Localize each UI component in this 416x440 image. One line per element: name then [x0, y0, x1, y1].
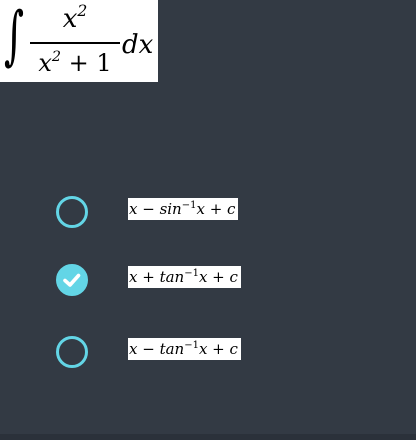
answer-1-text-a: x − sin [129, 200, 182, 218]
answer-label-2: x + tan−1x + c [128, 266, 241, 288]
denominator-rest: + 1 [61, 49, 112, 77]
denominator-base: x [38, 49, 52, 77]
differential: dx [122, 30, 154, 60]
answer-option-1[interactable]: x − sin−1x + c [56, 196, 276, 232]
numerator-exponent: 2 [77, 2, 88, 21]
answer-label-3: x − tan−1x + c [128, 338, 241, 360]
answer-2-text-a: x + tan [129, 268, 185, 286]
answer-3-text-b: x + c [198, 340, 238, 358]
answer-option-2[interactable]: x + tan−1x + c [56, 264, 276, 300]
numerator-base: x [62, 4, 78, 34]
radio-button-2-selected[interactable] [56, 264, 88, 296]
answer-3-text-a: x − tan [129, 340, 185, 358]
answer-1-exponent: −1 [181, 200, 197, 211]
answer-2-text-b: x + c [198, 268, 238, 286]
answer-option-3[interactable]: x − tan−1x + c [56, 336, 276, 372]
answer-2-exponent: −1 [184, 268, 199, 279]
fraction-numerator: x2 [28, 2, 122, 34]
fraction-bar [30, 42, 120, 44]
integral-sign: ∫ [4, 0, 25, 73]
question-expression: ∫ x2 x2 + 1 dx [0, 0, 158, 82]
answer-1-text-b: x + c [196, 200, 236, 218]
answer-3-exponent: −1 [184, 340, 199, 351]
radio-button-3[interactable] [56, 336, 88, 368]
radio-button-1[interactable] [56, 196, 88, 228]
denominator-exponent: 2 [51, 48, 62, 65]
answer-label-1: x − sin−1x + c [128, 198, 239, 220]
bottom-bar [0, 434, 416, 440]
fraction-denominator: x2 + 1 [28, 48, 122, 78]
check-icon [63, 273, 81, 287]
